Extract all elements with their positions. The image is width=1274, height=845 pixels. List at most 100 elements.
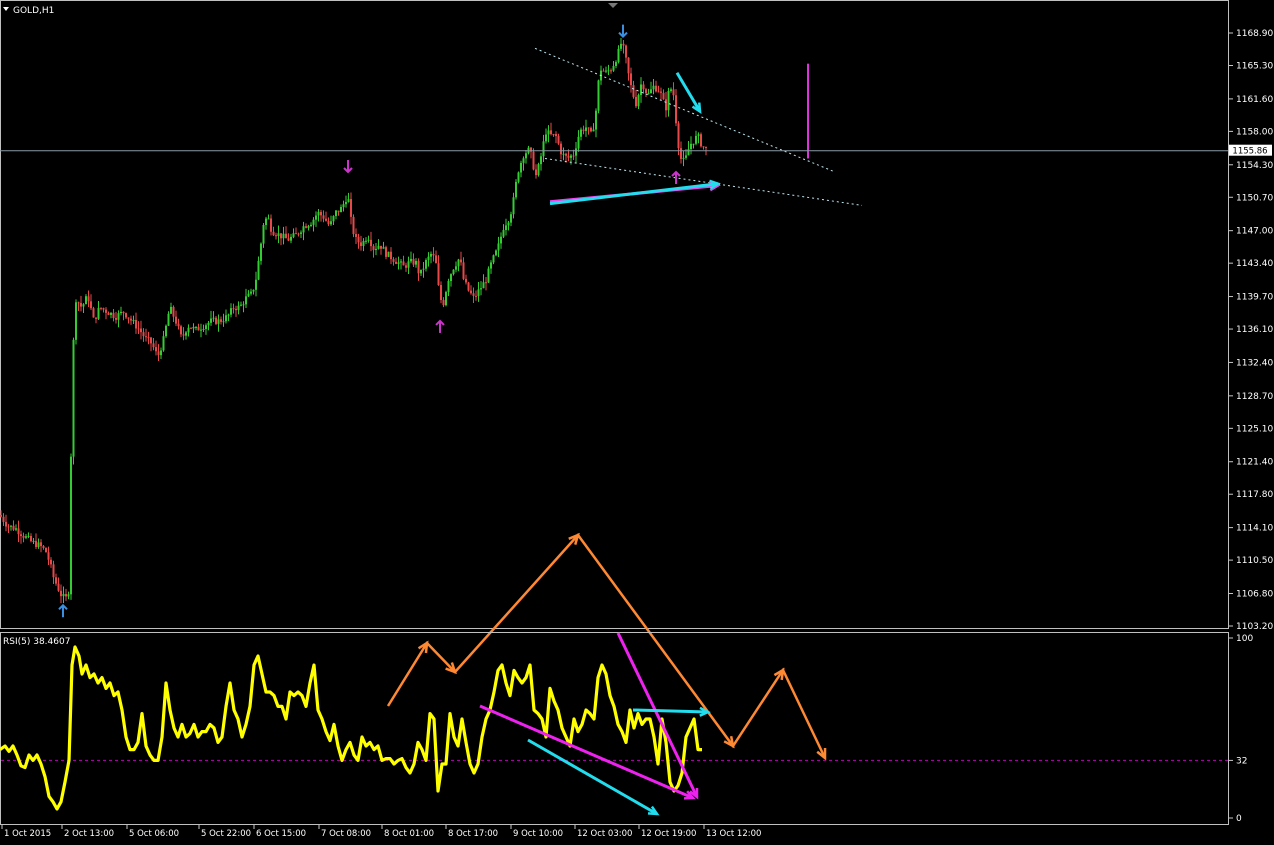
candle-body [252,289,255,292]
candle-body [422,268,425,270]
candle-body [300,232,302,234]
candle-body [30,535,32,542]
candle-body [127,317,130,319]
candle-body [102,308,105,310]
candle-body [485,282,487,284]
price-tick-label: 1103.20 [1236,622,1273,632]
candle-body [115,317,117,320]
candle-body [65,594,67,597]
candle-body [492,255,495,263]
candle-body [215,317,217,324]
candle-body [237,305,240,311]
candle-body [665,99,667,111]
candle-body [145,336,147,338]
candle-body [387,251,390,257]
candle-body [140,328,142,333]
candle-body [87,296,90,302]
candle-body [230,308,232,315]
candle-body [355,234,357,237]
candle-body [347,199,350,203]
candle-body [5,521,7,527]
candle-body [47,552,50,560]
candle-body [535,169,537,176]
candle-body [60,590,62,597]
candle-body [632,85,635,97]
candle-body [365,240,367,242]
candle-body [330,221,332,225]
candle-body [425,260,427,269]
candle-body [310,224,312,227]
candle-body [467,282,470,291]
candle-body [670,89,672,91]
candle-body [400,261,402,263]
candle-body [317,211,320,216]
candle-body [155,347,157,352]
candle-body [250,291,252,294]
gold-h1-chart-window[interactable]: 1168.90 1165.30 1161.60 1158.00 1154.30 1150.… [0,0,1274,845]
candle-body [55,577,57,584]
candle-body [645,89,647,94]
candle-body [615,62,617,67]
candle-body [20,534,22,536]
time-tick-label: 13 Oct 12:00 [706,829,761,839]
candle-body [225,315,227,322]
candle-body [445,292,447,306]
candle-body [637,95,640,107]
candle-body [137,328,140,330]
candle-body [12,525,15,530]
price-tick-label: 1136.10 [1236,325,1273,335]
candle-body [472,293,475,296]
candle-body [685,155,687,158]
candle-body [132,319,135,321]
candle-body [517,172,520,182]
candle-body [507,222,510,226]
candle-body [290,236,292,241]
candle-body [520,162,522,173]
candle-body [195,326,197,328]
candle-body [160,350,162,356]
candle-body [245,296,247,305]
candle-body [85,296,87,305]
candle-body [212,317,215,319]
candle-body [107,312,110,315]
candle-body [402,261,405,266]
candle-body [682,157,685,159]
candle-body [537,164,540,176]
candle-body [175,316,177,324]
candle-body [542,141,545,157]
candle-body [100,307,102,309]
candle-body [480,288,482,290]
candle-body [697,134,700,136]
candle-body [515,181,517,198]
candle-body [95,317,97,319]
candle-body [622,43,625,46]
candle-body [705,146,707,149]
candle-body [417,260,420,274]
candle-body [350,199,352,217]
candle-body [627,57,630,74]
candle-body [620,43,622,49]
time-tick-label: 8 Oct 17:00 [448,829,498,839]
candle-body [165,325,167,337]
candle-body [105,309,107,313]
candle-body [660,91,662,93]
time-tick-label: 7 Oct 08:00 [321,829,371,839]
price-tick-label: 1147.00 [1236,227,1273,237]
candle-body [327,220,330,225]
candle-body [25,536,27,538]
candle-body [440,285,442,300]
candle-body [560,143,562,155]
candle-body [10,525,12,527]
candle-body [117,313,120,320]
candle-body [702,146,705,148]
candle-body [700,134,702,147]
candle-body [532,151,535,170]
candle-body [650,89,652,94]
candle-body [285,233,287,239]
candle-body [277,233,280,237]
candle-body [122,311,125,314]
candle-body [407,261,410,268]
candle-body [352,216,355,235]
price-tick-label: 1158.00 [1236,127,1273,137]
candle-body [415,260,417,265]
